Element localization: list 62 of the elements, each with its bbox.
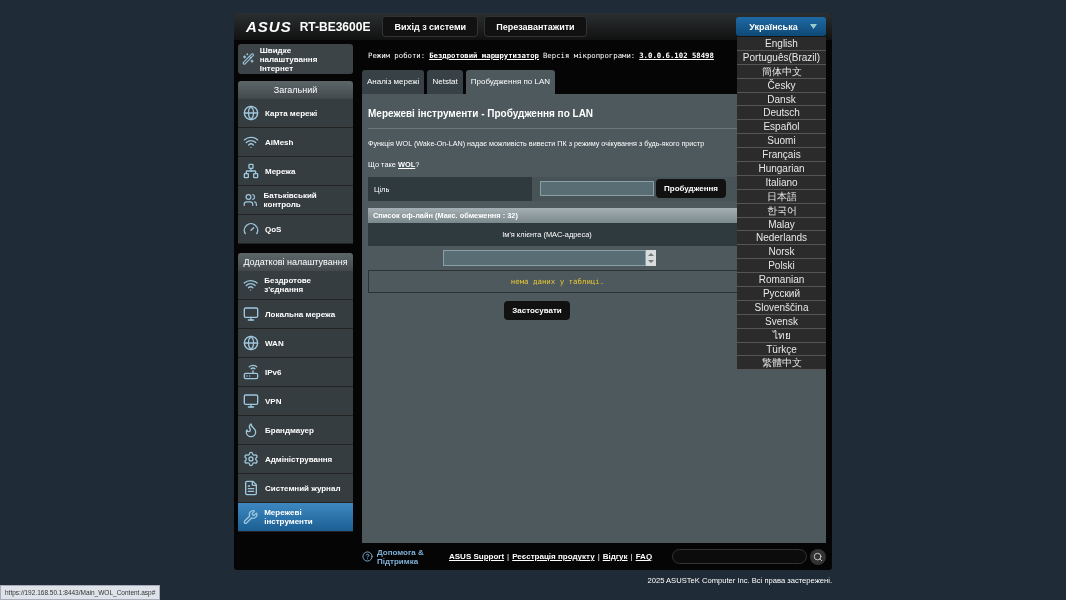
footer-link[interactable]: FAQ: [635, 552, 653, 561]
wand-icon: [242, 50, 255, 68]
link-separator: |: [507, 552, 510, 561]
flame-icon: [243, 422, 259, 438]
sidebar-item[interactable]: AiMesh: [238, 128, 353, 157]
tab[interactable]: Netstat: [427, 70, 463, 94]
globe-icon: [243, 335, 259, 351]
sidebar-item[interactable]: Бездротове з'єднання: [238, 271, 353, 300]
monitor-icon: [243, 393, 259, 409]
help-link[interactable]: Допомога & Підтримка: [377, 547, 435, 566]
router-icon: [243, 364, 259, 380]
sidebar-item[interactable]: Батьківський контроль: [238, 186, 353, 215]
language-option[interactable]: English: [737, 37, 826, 51]
globe-icon: [243, 105, 259, 121]
language-select[interactable]: Українська: [736, 17, 826, 36]
language-option[interactable]: 簡体中文: [737, 64, 826, 79]
sidebar-item[interactable]: Локальна мережа: [238, 300, 353, 329]
sidebar-item[interactable]: Брандмауер: [238, 416, 353, 445]
sidebar-item[interactable]: WAN: [238, 329, 353, 358]
monitor-icon: [243, 306, 259, 322]
wake-button[interactable]: Пробудження: [656, 179, 727, 198]
search-button[interactable]: [810, 548, 826, 565]
gauge-icon: [243, 221, 259, 237]
header-button[interactable]: Перезавантажити: [484, 16, 587, 37]
apply-button[interactable]: Застосувати: [504, 301, 570, 320]
section-title: Додаткові налаштування: [238, 253, 353, 271]
sidebar-item[interactable]: Мережа: [238, 157, 353, 186]
sidebar-item[interactable]: Карта мережі: [238, 99, 353, 128]
target-field[interactable]: [540, 181, 654, 196]
search-field[interactable]: [672, 549, 807, 564]
caret-icon: [809, 24, 817, 29]
footer-link[interactable]: Реєстрація продукту: [512, 552, 595, 561]
tab[interactable]: Пробудження по LAN: [465, 70, 555, 94]
quick-setup-item[interactable]: Швидке налаштування Інтернет: [238, 44, 353, 74]
footer-link[interactable]: ASUS Support: [449, 552, 505, 561]
wrench-icon: [243, 509, 259, 525]
search-icon: [813, 551, 823, 562]
sidebar-item[interactable]: VPN: [238, 387, 353, 416]
sidebar-item[interactable]: IPv6: [238, 358, 353, 387]
wifi-icon: [243, 277, 259, 293]
tab[interactable]: Аналіз мережі: [362, 70, 425, 94]
client-field[interactable]: [443, 250, 646, 266]
link-separator: |: [630, 552, 633, 561]
document-icon: [243, 480, 259, 496]
sidebar-item[interactable]: Мережеві інструменти: [238, 503, 353, 532]
logo: ASUS: [246, 18, 292, 35]
sidebar-item[interactable]: Адміністрування: [238, 445, 353, 474]
link-separator: |: [597, 552, 600, 561]
sidebar-item[interactable]: QoS: [238, 215, 353, 244]
wifi-icon: [243, 134, 259, 150]
model-name: RT-BE3600E: [299, 19, 371, 34]
language-option[interactable]: Português(Brazil): [737, 50, 826, 65]
spinner-icon[interactable]: [646, 250, 656, 266]
language-option[interactable]: Česky: [737, 78, 826, 93]
sidebar-item[interactable]: Системний журнал: [238, 474, 353, 503]
section-title: Загальний: [238, 81, 353, 99]
help-icon: [362, 551, 373, 562]
header-button[interactable]: Вихід з системи: [382, 16, 479, 37]
gear-icon: [243, 451, 259, 467]
footer-link[interactable]: Відгук: [602, 552, 628, 561]
network-icon: [243, 163, 259, 179]
users-icon: [243, 192, 258, 208]
